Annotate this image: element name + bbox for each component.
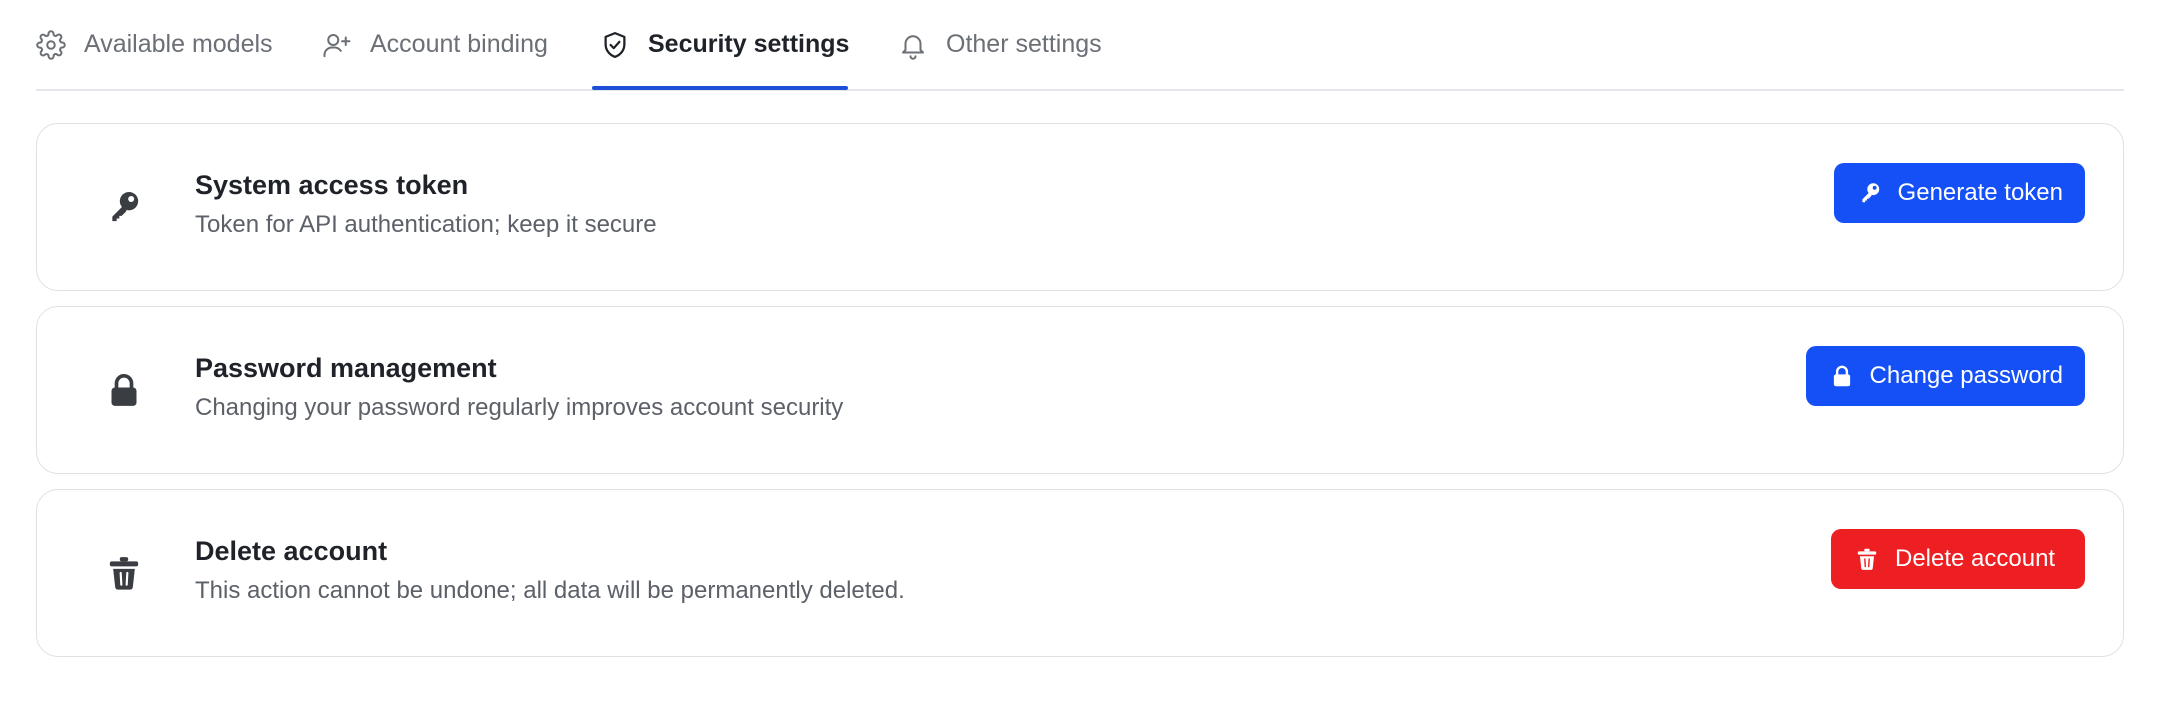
lock-icon xyxy=(1828,362,1856,390)
tab-label: Security settings xyxy=(648,30,850,58)
card-title: Delete account xyxy=(195,536,388,566)
tab-available-models[interactable]: Available models xyxy=(36,0,273,89)
key-icon xyxy=(1856,179,1884,207)
button-label: Generate token xyxy=(1897,179,2063,206)
change-password-button[interactable]: Change password xyxy=(1806,346,2085,406)
card-title: System access token xyxy=(195,170,469,200)
gear-icon xyxy=(36,29,66,60)
trash-icon xyxy=(101,550,147,596)
delete-account-button[interactable]: Delete account xyxy=(1831,529,2085,589)
settings-tabs: Available models Account binding Securit… xyxy=(36,0,2124,91)
tab-account-binding[interactable]: Account binding xyxy=(322,0,548,89)
card-title: Password management xyxy=(195,353,497,383)
tab-label: Account binding xyxy=(370,30,548,58)
tab-other-settings[interactable]: Other settings xyxy=(898,0,1102,89)
user-plus-icon xyxy=(322,30,352,60)
trash-icon xyxy=(1853,545,1881,573)
shield-check-icon xyxy=(600,30,630,60)
access-token-card: System access token Token for API authen… xyxy=(36,123,2124,291)
card-description: This action cannot be undone; all data w… xyxy=(195,577,905,604)
tab-label: Available models xyxy=(84,30,273,58)
active-tab-indicator xyxy=(592,86,848,90)
button-label: Delete account xyxy=(1895,545,2056,572)
bell-icon xyxy=(898,30,928,60)
password-management-card: Password management Changing your passwo… xyxy=(36,306,2124,474)
generate-token-button[interactable]: Generate token xyxy=(1834,163,2085,223)
delete-account-card: Delete account This action cannot be und… xyxy=(36,489,2124,657)
card-description: Token for API authentication; keep it se… xyxy=(195,211,657,238)
button-label: Change password xyxy=(1869,362,2063,389)
card-description: Changing your password regularly improve… xyxy=(195,394,844,421)
key-icon xyxy=(101,184,147,230)
tab-security-settings[interactable]: Security settings xyxy=(600,0,849,89)
tab-label: Other settings xyxy=(946,30,1102,58)
lock-icon xyxy=(101,367,147,413)
security-settings-page: Available models Account binding Securit… xyxy=(0,0,2175,723)
